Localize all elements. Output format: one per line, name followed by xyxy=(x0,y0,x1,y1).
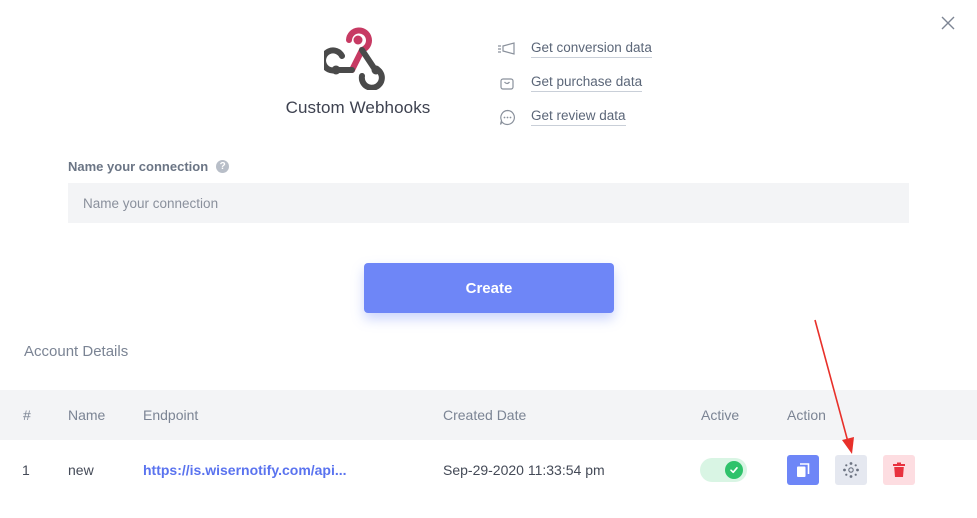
check-icon xyxy=(725,461,743,479)
network-settings-icon xyxy=(843,462,859,478)
close-icon[interactable] xyxy=(939,14,957,32)
get-conversion-data-link[interactable]: Get conversion data xyxy=(531,40,652,58)
link-row-review: Get review data xyxy=(497,100,652,134)
trash-icon xyxy=(893,462,905,477)
copy-button[interactable] xyxy=(787,455,819,485)
column-header-active: Active xyxy=(701,407,740,423)
connection-name-label: Name your connection ? xyxy=(68,159,230,174)
row-index: 1 xyxy=(22,462,30,478)
get-review-data-link[interactable]: Get review data xyxy=(531,108,626,126)
integration-name: Custom Webhooks xyxy=(285,98,431,117)
data-links: Get conversion data Get purchase data Ge… xyxy=(497,32,652,134)
megaphone-icon xyxy=(497,39,517,59)
delete-button[interactable] xyxy=(883,455,915,485)
account-details-title: Account Details xyxy=(24,343,129,360)
integration-header: Custom Webhooks xyxy=(268,26,448,118)
row-endpoint-link[interactable]: https://is.wisernotify.com/api... xyxy=(143,440,347,500)
link-row-conversion: Get conversion data xyxy=(497,32,652,66)
get-purchase-data-link[interactable]: Get purchase data xyxy=(531,74,643,92)
link-row-purchase: Get purchase data xyxy=(497,66,652,100)
row-name: new xyxy=(68,462,94,478)
create-button[interactable]: Create xyxy=(364,263,614,313)
webhook-logo-icon xyxy=(324,27,385,90)
help-icon[interactable]: ? xyxy=(216,160,230,173)
shopping-bag-icon xyxy=(497,73,517,93)
table-header: # Name Endpoint Created Date Active Acti… xyxy=(0,390,977,440)
configure-button[interactable] xyxy=(835,455,867,485)
row-created-date: Sep-29-2020 11:33:54 pm xyxy=(443,462,605,478)
table-row: 1 new https://is.wisernotify.com/api... … xyxy=(0,440,977,500)
copy-icon xyxy=(797,462,810,477)
column-header-endpoint: Endpoint xyxy=(143,407,199,423)
column-header-name: Name xyxy=(68,407,106,423)
connection-name-input[interactable] xyxy=(68,183,909,223)
chat-bubble-icon xyxy=(497,107,517,127)
column-header-index: # xyxy=(23,407,31,423)
column-header-created-date: Created Date xyxy=(443,407,527,423)
connection-name-label-text: Name your connection xyxy=(68,159,209,174)
column-header-action: Action xyxy=(787,407,826,423)
active-toggle[interactable] xyxy=(700,458,747,482)
